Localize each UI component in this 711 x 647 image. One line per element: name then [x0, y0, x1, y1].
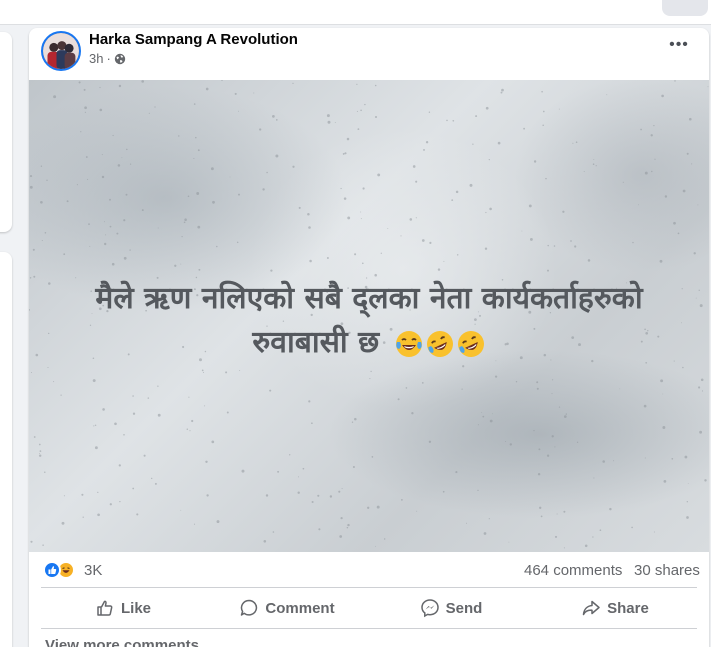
comment-label: Comment: [265, 599, 335, 617]
comments-count[interactable]: 464 comments: [524, 562, 622, 579]
emoji-group: [394, 329, 486, 359]
send-label: Send: [445, 599, 483, 617]
shares-count[interactable]: 30 shares: [634, 562, 700, 579]
side-card: [0, 32, 12, 232]
post-actions: Like Comment Send Share: [41, 591, 697, 625]
post-card: Harka Sampang A Revolution 3h · ••• मैले…: [29, 28, 709, 647]
author-name[interactable]: Harka Sampang A Revolution: [89, 31, 298, 48]
reaction-icons[interactable]: [43, 561, 75, 579]
comment-bubble-icon: [241, 599, 258, 616]
thumbs-up-icon: [97, 600, 113, 616]
image-caption-line-2-text: रुवाबासी छ: [252, 325, 380, 360]
image-caption-line-2: रुवाबासी छ: [29, 321, 709, 365]
comment-button[interactable]: Comment: [205, 591, 369, 625]
top-bar-button[interactable]: [662, 0, 708, 16]
post-header: Harka Sampang A Revolution 3h · •••: [29, 28, 709, 80]
rolling-on-floor-laughing-icon: [457, 330, 484, 357]
meta-separator: ·: [106, 51, 111, 66]
view-more-comments-link[interactable]: View more comments: [45, 637, 199, 647]
reactions-count[interactable]: 3K: [84, 562, 102, 579]
post-time[interactable]: 3h: [89, 51, 103, 66]
share-button[interactable]: Share: [533, 591, 697, 625]
image-caption: मैले ऋण नलिएको सबै द्लका नेता कार्यकर्ता…: [29, 277, 709, 365]
rolling-on-floor-laughing-icon: [426, 330, 453, 357]
like-label: Like: [120, 599, 151, 617]
more-options-button[interactable]: •••: [665, 36, 693, 56]
side-card: [0, 252, 12, 647]
like-reaction-icon: [43, 561, 61, 579]
group-photo-icon: [43, 33, 79, 69]
share-arrow-icon: [582, 600, 600, 616]
send-button[interactable]: Send: [369, 591, 533, 625]
like-button[interactable]: Like: [41, 591, 205, 625]
post-meta: 3h ·: [89, 51, 126, 66]
globe-icon: [114, 53, 126, 64]
messenger-icon: [420, 599, 439, 618]
post-stats: 3K 464 comments 30 shares: [29, 552, 709, 588]
top-bar: [0, 0, 711, 25]
author-avatar[interactable]: [41, 31, 81, 71]
face-with-tears-of-joy-icon: [395, 330, 422, 357]
post-image[interactable]: मैले ऋण नलिएको सबै द्लका नेता कार्यकर्ता…: [29, 80, 709, 552]
share-label: Share: [607, 599, 649, 617]
divider: [41, 587, 697, 588]
image-caption-line-1: मैले ऋण नलिएको सबै द्लका नेता कार्यकर्ता…: [95, 281, 643, 316]
feed-page: Harka Sampang A Revolution 3h · ••• मैले…: [0, 0, 711, 647]
divider: [41, 628, 697, 629]
